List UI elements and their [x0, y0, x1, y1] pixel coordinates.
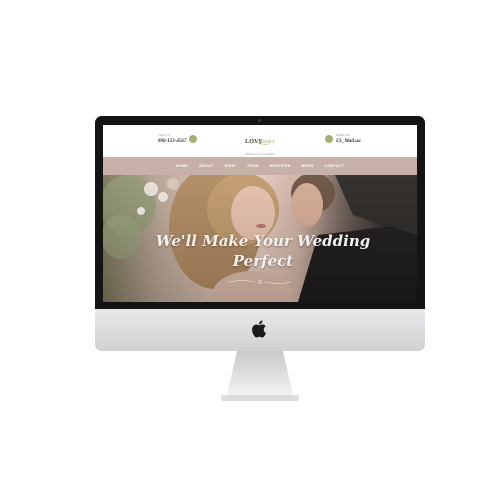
call-us[interactable]: Call Us! 800-123-4567 [158, 133, 198, 144]
phone-icon [189, 134, 198, 143]
email-us[interactable]: Email Us! LS_Mail.ua [325, 133, 361, 144]
hero-title: We'll Make Your Wedding Perfect [143, 231, 383, 271]
hero-title-line-1: We'll Make Your Wedding [155, 232, 371, 250]
monitor-stand [221, 351, 299, 401]
website-screen: Call Us! 800-123-4567 LOVEstory WEDDING … [103, 125, 417, 302]
call-us-text: Call Us! 800-123-4567 [158, 133, 187, 144]
phone-number: 800-123-4567 [158, 138, 187, 144]
mail-icon [325, 134, 333, 143]
nav-item-news[interactable]: NEWS [301, 164, 313, 168]
nav-item-services[interactable]: SERVICES [270, 164, 291, 168]
nav-item-about[interactable]: ABOUT [199, 164, 214, 168]
nav-item-team[interactable]: TEAM [247, 164, 259, 168]
call-us-label: Call Us! [158, 133, 170, 137]
nav-item-contact[interactable]: CONTACT [325, 164, 345, 168]
camera-icon [258, 119, 261, 122]
site-logo[interactable]: LOVEstory WEDDING PLANNER [238, 131, 282, 156]
email-address: LS_Mail.ua [336, 138, 361, 144]
site-header: Call Us! 800-123-4567 LOVEstory WEDDING … [103, 125, 417, 157]
hero-banner: We'll Make Your Wedding Perfect [103, 175, 417, 302]
apple-logo-icon [252, 320, 266, 338]
imac-mockup: Call Us! 800-123-4567 LOVEstory WEDDING … [0, 0, 500, 500]
flourish-divider-icon [228, 280, 292, 284]
nav-item-home[interactable]: HOME [176, 164, 188, 168]
nav-item-shop[interactable]: SHOP [224, 164, 236, 168]
email-us-text: Email Us! LS_Mail.ua [336, 133, 361, 144]
email-us-label: Email Us! [336, 133, 351, 137]
hero-title-line-2: Perfect [232, 252, 294, 270]
flourish-icon [250, 142, 270, 145]
monitor-chin [95, 309, 425, 351]
main-nav: HOME ABOUT SHOP TEAM SERVICES NEWS CONTA… [103, 157, 417, 175]
